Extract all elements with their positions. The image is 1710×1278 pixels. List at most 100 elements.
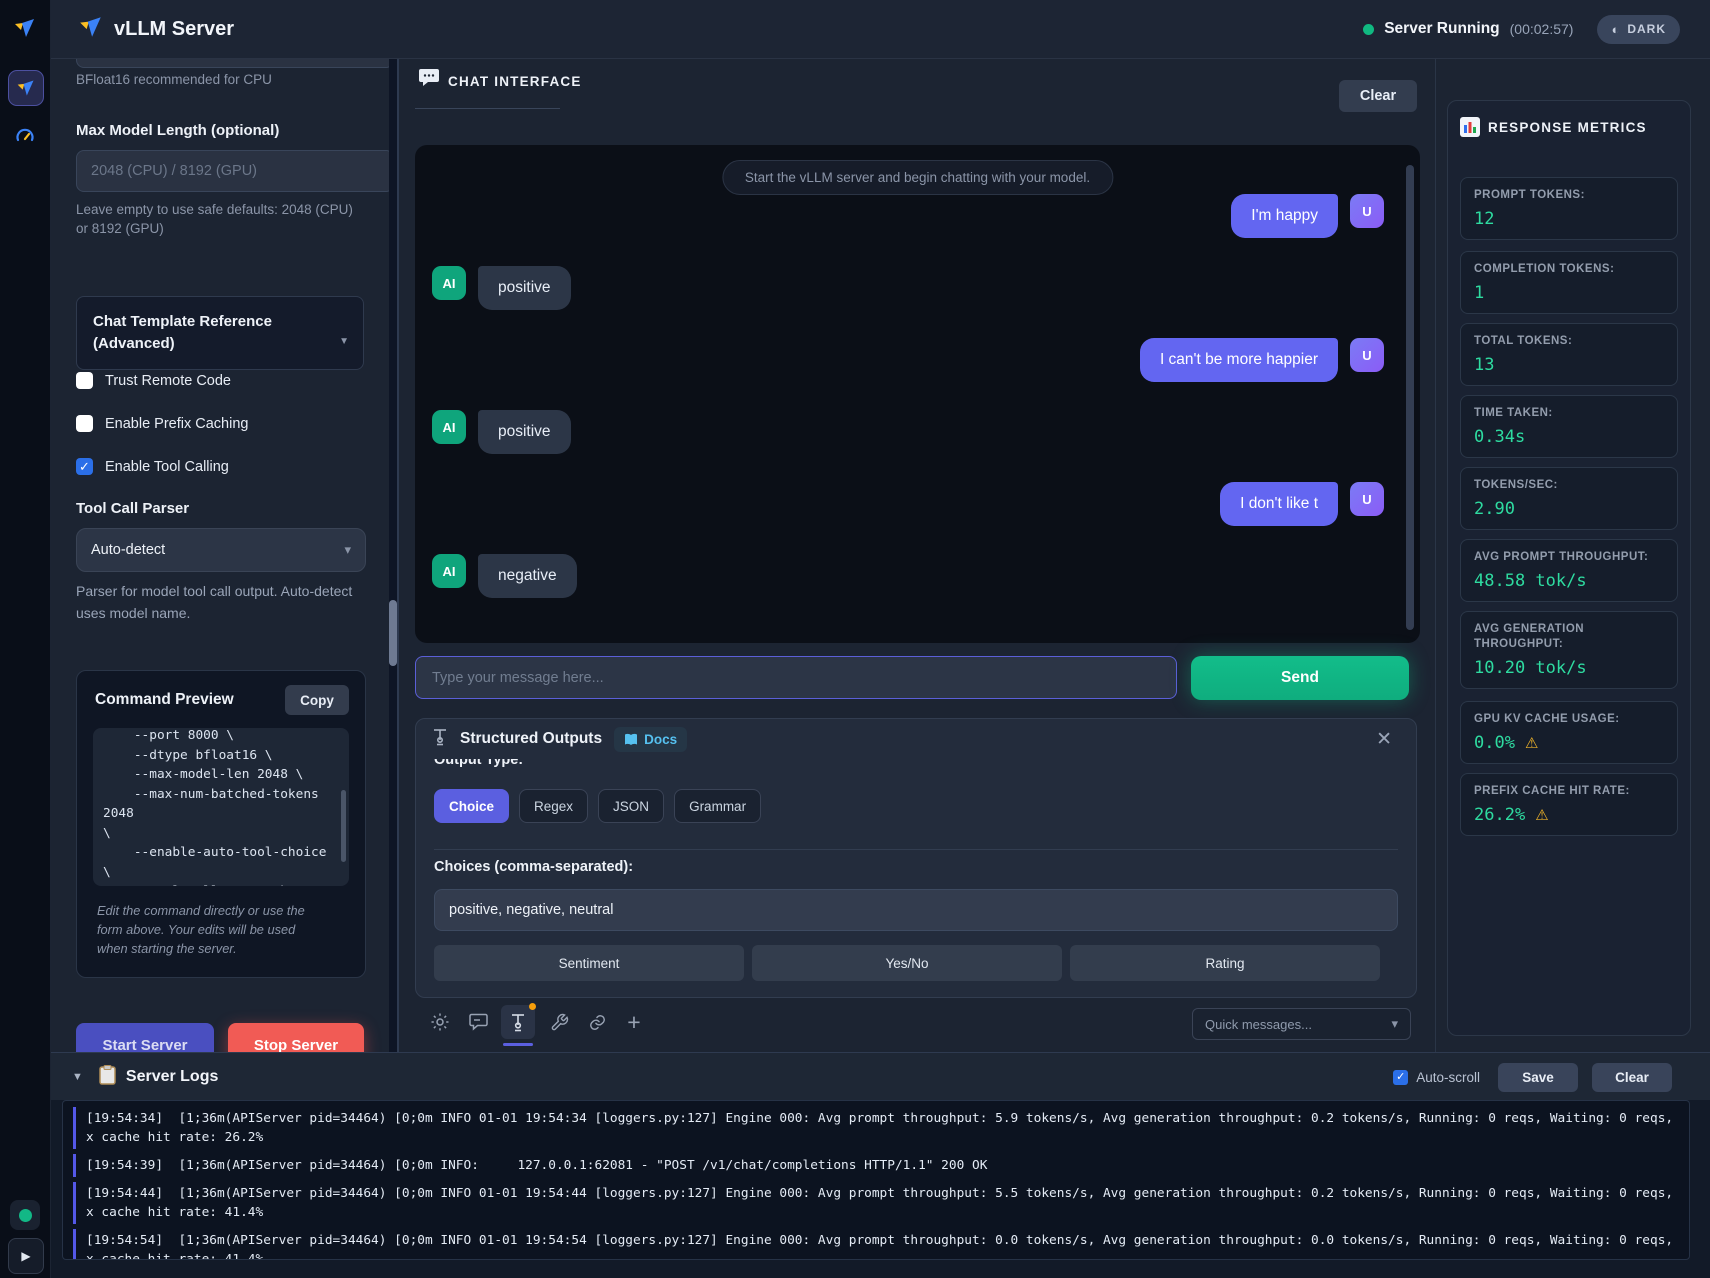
- settings-gear-icon[interactable]: [424, 1006, 456, 1038]
- rail-play-button[interactable]: ▶: [8, 1238, 44, 1274]
- gauge-icon: [15, 126, 35, 146]
- metric-value: 13: [1474, 355, 1664, 375]
- user-avatar: U: [1350, 194, 1384, 228]
- server-logs-title: Server Logs: [126, 1068, 218, 1086]
- server-logs-box[interactable]: [19:54:34] [1;36m(APIServer pid=34464) […: [62, 1100, 1690, 1260]
- user-message-bubble: I can't be more happier: [1140, 338, 1338, 382]
- metric-value: 0.34s: [1474, 427, 1664, 447]
- structured-outputs-title: Structured Outputs: [460, 730, 602, 748]
- system-notice: Start the vLLM server and begin chatting…: [722, 160, 1113, 195]
- link-icon[interactable]: [581, 1006, 613, 1038]
- chat-section-title: CHAT INTERFACE: [448, 74, 582, 89]
- chat-template-collapsible[interactable]: Chat Template Reference (Advanced) ▼: [76, 296, 364, 370]
- metric-card: PROMPT TOKENS: 12: [1460, 177, 1678, 240]
- status-dot: [1363, 24, 1374, 35]
- log-entry: [19:54:34] [1;36m(APIServer pid=34464) […: [73, 1107, 1679, 1149]
- checkbox-enable-tool-calling[interactable]: ✓Enable Tool Calling: [76, 458, 229, 475]
- chat-title-underline: [415, 108, 560, 109]
- user-message-bubble: I'm happy: [1231, 194, 1338, 238]
- metric-card: PREFIX CACHE HIT RATE:26.2%⚠: [1460, 773, 1678, 836]
- wrench-icon[interactable]: [543, 1006, 575, 1038]
- vllm-logo: [16, 78, 36, 98]
- chat-clear-button[interactable]: Clear: [1339, 80, 1417, 112]
- rail-item-server[interactable]: [8, 70, 44, 106]
- max-model-length-helper: Leave empty to use safe defaults: 2048 (…: [76, 200, 364, 238]
- clipboard-icon: [99, 1065, 116, 1090]
- close-icon[interactable]: ✕: [1376, 728, 1392, 751]
- structured-outputs-icon: [432, 728, 448, 751]
- user-message-bubble: I don't like t: [1220, 482, 1338, 526]
- app-header: vLLM Server Server Running (00:02:57) ◐ …: [50, 0, 1710, 59]
- tool-call-parser-value: Auto-detect: [91, 542, 165, 558]
- metrics-title: RESPONSE METRICS: [1488, 120, 1647, 135]
- ai-avatar: AI: [432, 266, 466, 300]
- output-type-choice[interactable]: Choice: [434, 789, 509, 823]
- log-entry: [19:54:54] [1;36m(APIServer pid=34464) […: [73, 1229, 1679, 1260]
- user-avatar: U: [1350, 482, 1384, 516]
- green-status-icon: [19, 1209, 32, 1222]
- command-helper: Edit the command directly or use the for…: [97, 901, 327, 958]
- tool-call-parser-select[interactable]: Auto-detect ▾: [76, 528, 366, 572]
- rail-item-metrics[interactable]: [15, 126, 35, 151]
- add-icon[interactable]: +: [618, 1006, 650, 1038]
- metric-value: 0.0%⚠: [1474, 733, 1664, 753]
- metric-label: PROMPT TOKENS:: [1474, 188, 1664, 203]
- collapse-triangle-icon[interactable]: ▼: [72, 1071, 83, 1083]
- metric-label: TOKENS/SEC:: [1474, 478, 1664, 493]
- server-logs-section: [19:54:34] [1;36m(APIServer pid=34464) […: [50, 1100, 1710, 1278]
- copy-button[interactable]: Copy: [285, 685, 349, 715]
- ai-avatar: AI: [432, 410, 466, 444]
- theme-toggle-button[interactable]: ◐ DARK: [1597, 15, 1680, 44]
- checkbox-enable-prefix-caching[interactable]: Enable Prefix Caching: [76, 415, 248, 432]
- autoscroll-checkbox[interactable]: ✓: [1393, 1070, 1408, 1085]
- chat-message-area[interactable]: Start the vLLM server and begin chatting…: [415, 145, 1420, 643]
- logs-clear-button[interactable]: Clear: [1592, 1063, 1672, 1092]
- checkbox-label: Trust Remote Code: [105, 373, 231, 389]
- tool-call-parser-helper: Parser for model tool call output. Auto-…: [76, 580, 364, 624]
- structured-outputs-toggle-icon[interactable]: [501, 1005, 535, 1039]
- metric-card: COMPLETION TOKENS:1: [1460, 251, 1678, 314]
- chat-template-label: Chat Template Reference (Advanced): [93, 313, 272, 352]
- vllm-logo: [13, 16, 37, 45]
- output-type-grammar[interactable]: Grammar: [674, 789, 761, 823]
- chat-scrollbar[interactable]: [1406, 165, 1414, 630]
- chevron-down-icon: ▾: [1391, 1016, 1398, 1032]
- metric-value: 12: [1474, 209, 1664, 229]
- chat-bubble-icon: [418, 68, 440, 88]
- rail-status-button[interactable]: [10, 1200, 40, 1230]
- ai-message-bubble: negative: [478, 554, 577, 598]
- command-code-box[interactable]: --port 8000 \ --dtype bfloat16 \ --max-m…: [93, 728, 349, 886]
- preset-rating[interactable]: Rating: [1070, 945, 1380, 981]
- output-type-json[interactable]: JSON: [598, 789, 664, 823]
- quick-messages-select[interactable]: Quick messages... ▾: [1192, 1008, 1411, 1040]
- play-icon: ▶: [21, 1249, 30, 1263]
- autoscroll-label: Auto-scroll: [1416, 1070, 1480, 1085]
- vllm-server-app: BFloat16 recommended for CPU Max Model L…: [0, 0, 1710, 1278]
- main-scrollbar-thumb[interactable]: [389, 600, 397, 666]
- metric-card: TIME TAKEN: 0.34s: [1460, 395, 1678, 458]
- preset-yes-no[interactable]: Yes/No: [752, 945, 1062, 981]
- code-scrollbar[interactable]: [341, 790, 346, 862]
- max-model-length-input[interactable]: 2048 (CPU) / 8192 (GPU): [76, 150, 394, 192]
- user-avatar: U: [1350, 338, 1384, 372]
- choices-input[interactable]: positive, negative, neutral: [434, 889, 1398, 931]
- ai-avatar: AI: [432, 554, 466, 588]
- metric-label: AVG PROMPT THROUGHPUT:: [1474, 550, 1664, 565]
- logs-save-button[interactable]: Save: [1498, 1063, 1578, 1092]
- app-title: vLLM Server: [114, 18, 234, 41]
- checked-checkbox-icon[interactable]: ✓: [76, 458, 93, 475]
- output-type-regex[interactable]: Regex: [519, 789, 588, 823]
- divider: [434, 849, 1398, 850]
- metric-label: COMPLETION TOKENS:: [1474, 262, 1664, 277]
- message-input[interactable]: [415, 656, 1177, 699]
- unchecked-checkbox-icon[interactable]: [76, 415, 93, 432]
- send-button[interactable]: Send: [1191, 656, 1409, 700]
- preset-sentiment[interactable]: Sentiment: [434, 945, 744, 981]
- unchecked-checkbox-icon[interactable]: [76, 372, 93, 389]
- chat-settings-icon[interactable]: [462, 1006, 494, 1038]
- main-scrollbar-track[interactable]: [389, 58, 397, 1052]
- docs-link[interactable]: Docs: [614, 727, 687, 752]
- metric-label: TIME TAKEN:: [1474, 406, 1664, 421]
- checkbox-trust-remote-code[interactable]: Trust Remote Code: [76, 372, 231, 389]
- warning-icon: ⚠: [1525, 735, 1538, 752]
